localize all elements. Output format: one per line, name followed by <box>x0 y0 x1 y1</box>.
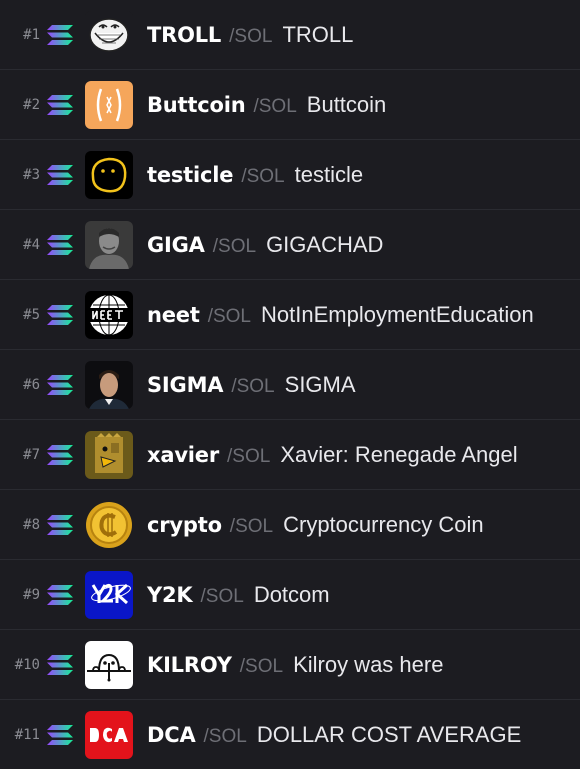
token-name: Xavier: Renegade Angel <box>280 441 518 467</box>
quote-pair: /SOL <box>239 655 284 677</box>
token-text: KILROY /SOL Kilroy was here <box>147 652 443 678</box>
quote-pair: /SOL <box>203 726 247 747</box>
token-name: TROLL <box>282 21 354 47</box>
token-row[interactable]: #2 Buttcoin /SOL Buttcoin <box>0 70 580 140</box>
rank-label: #2 <box>23 96 40 113</box>
rank-label: #8 <box>23 516 40 533</box>
token-symbol: SIGMA <box>147 372 224 397</box>
token-symbol: DCA <box>147 723 196 747</box>
solana-icon <box>47 374 73 395</box>
token-row[interactable]: #6 SIGMA /SOL SIGMA <box>0 350 580 420</box>
token-text: crypto /SOL Cryptocurrency Coin <box>147 512 484 538</box>
rank-label: #3 <box>23 166 40 183</box>
token-name: SIGMA <box>284 371 356 397</box>
crypto-coin-icon <box>85 500 133 549</box>
token-row[interactable]: #11 DCA /SOL DOLLAR COST AVERAGE <box>0 700 580 769</box>
token-symbol: xavier <box>147 442 220 467</box>
solana-icon <box>47 164 73 185</box>
xavier-icon <box>85 430 133 479</box>
token-name: Buttcoin <box>306 91 387 117</box>
token-row[interactable]: #3 testicle /SOL testicle <box>0 140 580 210</box>
token-text: SIGMA /SOL SIGMA <box>147 372 356 398</box>
rank-label: #10 <box>14 656 40 673</box>
rank-label: #7 <box>23 446 40 463</box>
token-name: GIGACHAD <box>266 231 384 257</box>
token-row[interactable]: #9 Y2K /SOL Dotcom <box>0 560 580 630</box>
solana-icon <box>47 584 73 605</box>
neet-globe-icon <box>85 290 133 339</box>
token-symbol: KILROY <box>147 652 232 677</box>
token-symbol: Buttcoin <box>147 92 246 117</box>
solana-icon <box>47 24 73 45</box>
rank-label: #11 <box>14 727 40 743</box>
token-row[interactable]: #5 neet /SOL NotInEmploymentEducation <box>0 280 580 350</box>
quote-pair: /SOL <box>207 305 251 327</box>
token-symbol: testicle <box>147 162 234 187</box>
token-row[interactable]: #4 GIGA /SOL GIGACHAD <box>0 210 580 280</box>
token-row[interactable]: #8 crypto /SOL Cryptocurrency Coin <box>0 490 580 560</box>
quote-pair: /SOL <box>229 515 274 537</box>
buttcoin-icon <box>85 80 133 129</box>
quote-pair: /SOL <box>227 445 271 467</box>
token-text: Y2K /SOL Dotcom <box>147 582 330 608</box>
solana-icon <box>47 304 73 325</box>
rank-label: #1 <box>23 26 40 43</box>
solana-icon <box>47 514 73 535</box>
kilroy-icon <box>85 640 133 689</box>
solana-icon <box>47 444 73 465</box>
token-name: NotInEmploymentEducation <box>261 301 534 327</box>
token-list: #1 TROLL /SOL TROLL #2 Buttcoin /SOL But… <box>0 0 580 769</box>
quote-pair: /SOL <box>241 165 285 187</box>
token-text: DCA /SOL DOLLAR COST AVERAGE <box>147 722 521 748</box>
token-symbol: GIGA <box>147 232 205 257</box>
dca-logo-icon <box>85 711 133 759</box>
solana-icon <box>47 94 73 115</box>
token-text: xavier /SOL Xavier: Renegade Angel <box>147 442 518 468</box>
token-symbol: Y2K <box>147 582 193 607</box>
token-symbol: neet <box>147 302 200 327</box>
token-name: Kilroy was here <box>293 651 444 677</box>
rank-label: #9 <box>23 586 40 603</box>
token-text: TROLL /SOL TROLL <box>147 22 353 48</box>
solana-icon <box>47 725 73 745</box>
token-symbol: crypto <box>147 512 222 537</box>
token-text: GIGA /SOL GIGACHAD <box>147 232 383 258</box>
y2k-logo-icon <box>85 570 133 619</box>
rank-label: #4 <box>23 236 40 253</box>
quote-pair: /SOL <box>231 375 275 397</box>
token-name: DOLLAR COST AVERAGE <box>256 722 522 747</box>
token-name: testicle <box>294 161 364 187</box>
token-text: testicle /SOL testicle <box>147 162 363 188</box>
quote-pair: /SOL <box>212 235 257 257</box>
solana-icon <box>47 654 73 675</box>
gigachad-icon <box>85 220 133 269</box>
token-name: Dotcom <box>253 581 330 607</box>
token-row[interactable]: #1 TROLL /SOL TROLL <box>0 0 580 70</box>
token-row[interactable]: #7 xavier /SOL Xavier: Renegade Angel <box>0 420 580 490</box>
solana-icon <box>47 234 73 255</box>
token-text: Buttcoin /SOL Buttcoin <box>147 92 386 118</box>
quote-pair: /SOL <box>229 25 273 47</box>
rank-label: #6 <box>23 376 40 393</box>
token-name: Cryptocurrency Coin <box>283 511 484 537</box>
quote-pair: /SOL <box>200 585 244 607</box>
token-text: neet /SOL NotInEmploymentEducation <box>147 302 534 328</box>
rank-label: #5 <box>23 306 40 323</box>
troll-face-icon <box>85 10 133 59</box>
quote-pair: /SOL <box>253 95 297 117</box>
sigma-portrait-icon <box>85 360 133 409</box>
token-symbol: TROLL <box>147 22 222 47</box>
token-row[interactable]: #10 KILROY /SOL Kilroy was here <box>0 630 580 700</box>
testicle-face-icon <box>85 150 133 199</box>
